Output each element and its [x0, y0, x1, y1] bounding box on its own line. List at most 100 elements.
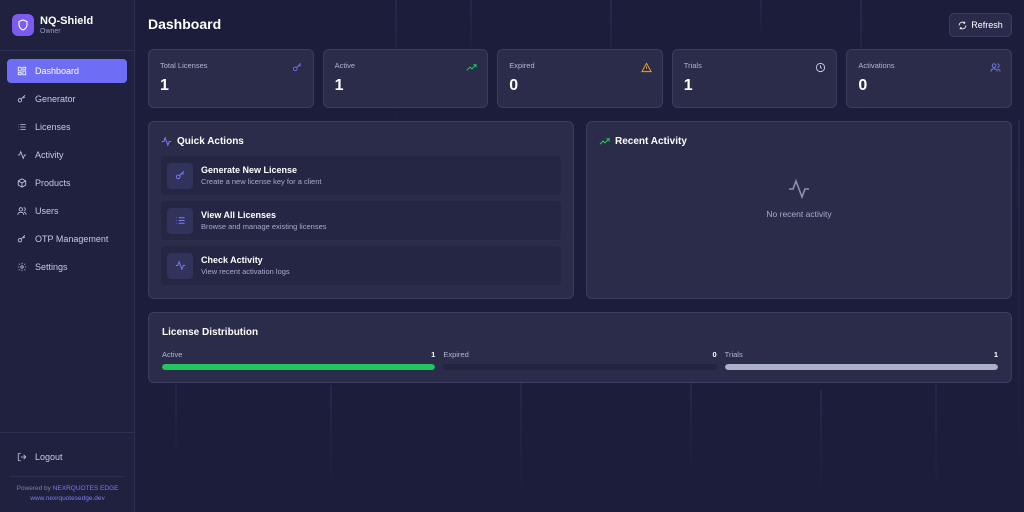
brand: NQ-Shield Owner [0, 0, 134, 51]
sidebar-item-products[interactable]: Products [7, 171, 127, 195]
refresh-button[interactable]: Refresh [949, 13, 1012, 37]
quick-actions-title: Quick Actions [177, 136, 244, 147]
quick-actions-list: Generate New License Create a new licens… [161, 156, 561, 285]
progress-track [162, 364, 436, 370]
recent-activity-title: Recent Activity [615, 136, 687, 147]
stat-card-active: Active 1 [322, 49, 489, 108]
stat-value: 1 [160, 77, 169, 94]
distribution-label: Expired [443, 350, 469, 359]
stat-value: 1 [334, 77, 344, 94]
sidebar-nav: Dashboard Generator Licenses Activity Pr… [0, 51, 134, 291]
sidebar-item-activity[interactable]: Activity [7, 143, 127, 167]
list-icon [16, 121, 28, 133]
stat-card-trials: Trials 1 [671, 49, 838, 108]
sidebar-item-licenses[interactable]: Licenses [7, 115, 127, 139]
generate-license-action[interactable]: Generate New License Create a new licens… [161, 156, 561, 195]
action-title: Generate New License [201, 165, 298, 175]
activity-icon [16, 149, 28, 161]
warning-icon [640, 60, 652, 73]
powered-by-brand: NEXRQUOTES EDGE [52, 485, 119, 492]
sidebar-item-label: Activity [35, 150, 64, 160]
key-icon [167, 162, 193, 189]
action-title: View All Licenses [201, 210, 277, 220]
distribution-count: 1 [993, 350, 998, 359]
divider [0, 432, 135, 433]
progress-track [443, 364, 717, 370]
divider [10, 476, 125, 477]
license-distribution-panel: License Distribution Active 1 Expired 0 [148, 312, 1012, 383]
stat-card-total-licenses: Total Licenses 1 [148, 49, 314, 108]
activity-icon [789, 178, 809, 200]
distribution-trials: Trials 1 [724, 350, 998, 370]
sidebar-item-settings[interactable]: Settings [7, 255, 127, 279]
distribution-bars: Active 1 Expired 0 Trials 1 [162, 350, 998, 370]
stats-row: Total Licenses 1 Active 1 Expired 0 Tria… [148, 49, 1012, 108]
stat-label: Activations [858, 61, 895, 70]
license-distribution-title: License Distribution [162, 327, 259, 338]
sidebar-item-label: Users [35, 206, 59, 216]
stat-label: Active [334, 61, 356, 70]
action-description: View recent activation logs [201, 267, 290, 276]
distribution-label: Active [162, 350, 183, 359]
sidebar-item-dashboard[interactable]: Dashboard [7, 59, 127, 83]
logout-icon [16, 451, 28, 463]
stat-value: 1 [683, 77, 693, 94]
panel-title: Quick Actions [161, 136, 561, 147]
activity-icon [167, 252, 193, 279]
sidebar: NQ-Shield Owner Dashboard Generator Lice… [0, 0, 135, 512]
sidebar-item-label: OTP Management [35, 234, 109, 244]
distribution-count: 1 [431, 350, 436, 359]
empty-state-text: No recent activity [766, 209, 832, 219]
progress-fill [162, 364, 436, 370]
grid-icon [16, 65, 28, 77]
sidebar-footer: Powered by NEXRQUOTES EDGE www.nexrquote… [0, 484, 135, 504]
brand-role: Owner [40, 27, 61, 35]
key-icon [16, 233, 28, 245]
sidebar-item-label: Settings [35, 262, 68, 272]
sidebar-item-label: Licenses [35, 122, 71, 132]
distribution-count: 0 [712, 350, 717, 359]
sidebar-item-label: Generator [35, 94, 76, 104]
view-licenses-action[interactable]: View All Licenses Browse and manage exis… [161, 201, 561, 240]
box-icon [16, 177, 28, 189]
page-title: Dashboard [148, 16, 222, 32]
sidebar-item-users[interactable]: Users [7, 199, 127, 223]
sidebar-item-generator[interactable]: Generator [7, 87, 127, 111]
panel-title: Recent Activity [599, 136, 999, 147]
sidebar-item-label: Products [35, 178, 71, 188]
check-activity-action[interactable]: Check Activity View recent activation lo… [161, 246, 561, 285]
progress-track [724, 364, 998, 370]
trending-up-icon [466, 60, 477, 71]
stat-label: Expired [509, 61, 535, 70]
logout-label: Logout [35, 452, 63, 462]
footer-url-link[interactable]: www.nexrquotesedge.dev [0, 494, 135, 504]
brand-title: NQ-Shield [40, 14, 94, 27]
sidebar-item-otp-management[interactable]: OTP Management [7, 227, 127, 251]
trending-up-icon [599, 138, 610, 145]
activity-icon [161, 136, 172, 147]
shield-icon [12, 14, 34, 36]
recent-activity-panel: Recent Activity No recent activity [586, 121, 1012, 299]
stat-value: 0 [858, 77, 868, 94]
powered-by-text: Powered by [16, 485, 53, 492]
distribution-label: Trials [724, 350, 743, 359]
key-icon [16, 93, 28, 105]
gear-icon [16, 261, 28, 273]
action-description: Browse and manage existing licenses [201, 222, 327, 231]
sidebar-item-label: Dashboard [35, 66, 80, 76]
stat-label: Trials [683, 61, 702, 70]
quick-actions-panel: Quick Actions Generate New License Creat… [148, 121, 574, 299]
stat-card-expired: Expired 0 [497, 49, 663, 108]
key-icon [292, 60, 303, 72]
clock-icon [815, 60, 826, 73]
refresh-label: Refresh [971, 20, 1003, 30]
progress-fill [724, 364, 998, 370]
list-icon [167, 207, 193, 234]
refresh-icon [958, 21, 967, 29]
stat-card-activations: Activations 0 [846, 49, 1012, 108]
logout-button[interactable]: Logout [7, 445, 128, 469]
action-title: Check Activity [201, 255, 263, 265]
empty-state: No recent activity [587, 177, 1011, 219]
stat-value: 0 [509, 77, 519, 94]
users-icon [990, 60, 1001, 72]
